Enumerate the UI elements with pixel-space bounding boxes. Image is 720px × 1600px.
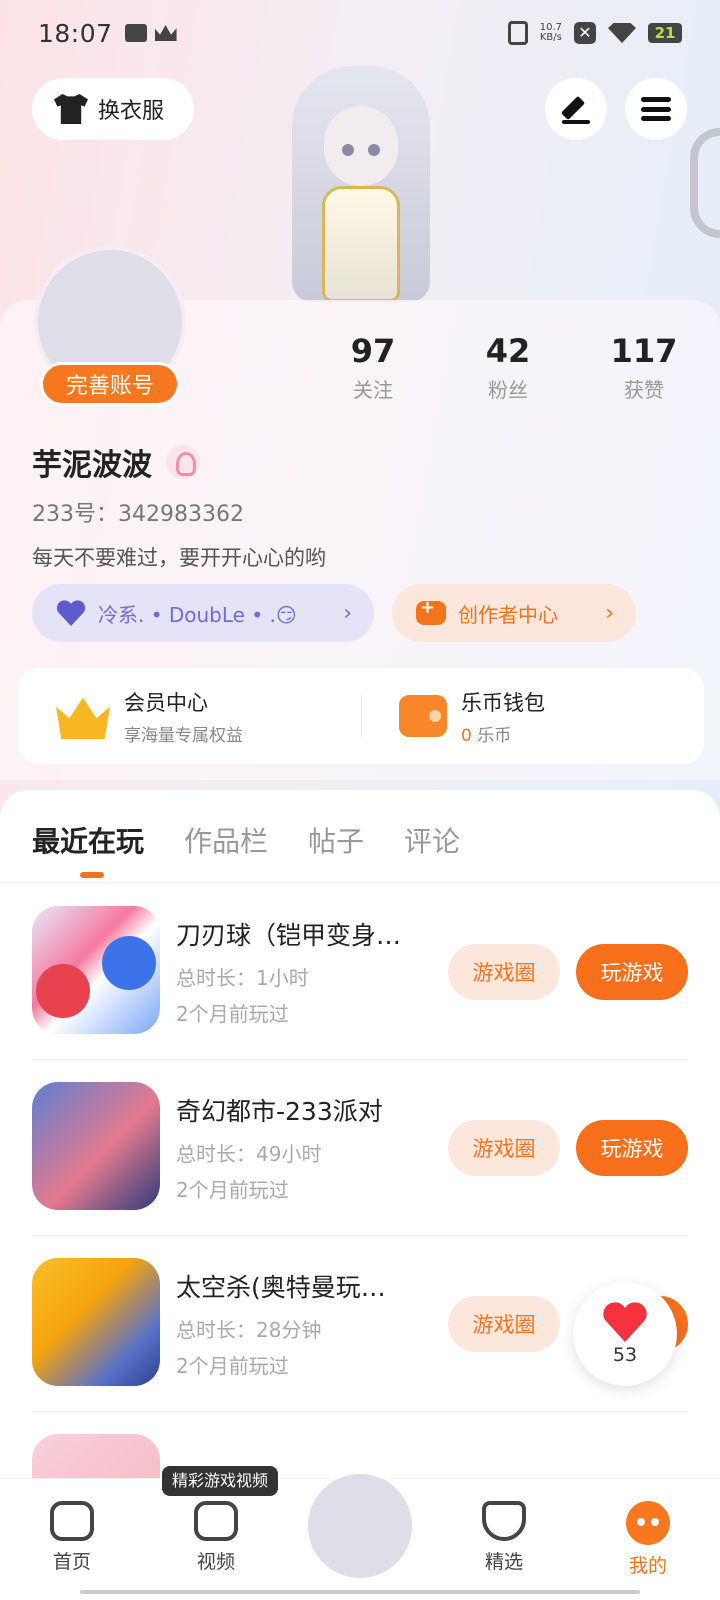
game-last-played: 2个月前玩过: [176, 1354, 289, 1378]
complete-account-button[interactable]: 完善账号: [40, 362, 180, 406]
heart-icon: [602, 1302, 648, 1342]
nav-video[interactable]: 视频: [171, 1501, 261, 1574]
change-outfit-label: 换衣服: [98, 99, 165, 124]
avatar-character[interactable]: [282, 66, 440, 302]
video-tooltip: 精彩游戏视频: [162, 1466, 279, 1496]
menu-button[interactable]: [625, 78, 687, 140]
chevron-right-icon: ›: [343, 600, 352, 626]
smiley-icon: [626, 1501, 670, 1545]
profile-tabs: 最近在玩 作品栏 帖子 评论: [32, 820, 460, 860]
game-playtime: 总时长：1小时: [176, 966, 309, 990]
nav-mine[interactable]: 我的: [603, 1501, 693, 1578]
game-icon[interactable]: [32, 906, 160, 1034]
tab-recently-played[interactable]: 最近在玩: [32, 820, 144, 860]
bio: 每天不要难过，要开开心心的哟: [32, 546, 326, 570]
hamburger-icon: [641, 97, 671, 121]
game-title: 刀刃球（铠甲变身…: [176, 921, 402, 950]
play-game-button[interactable]: 玩游戏: [576, 1120, 688, 1176]
nav-home[interactable]: 首页: [27, 1501, 117, 1574]
wallet-icon: [399, 695, 447, 737]
home-indicator: [80, 1590, 640, 1594]
pen-icon: [560, 94, 592, 124]
nav-featured[interactable]: 精选: [459, 1501, 549, 1574]
crown-status-icon: [154, 25, 177, 41]
game-playtime: 总时长：49小时: [176, 1142, 322, 1166]
game-title: 太空杀(奥特曼玩…: [176, 1273, 386, 1302]
x-notification-icon: ✕: [574, 22, 596, 44]
like-count: 53: [612, 1344, 638, 1366]
game-last-played: 2个月前玩过: [176, 1002, 289, 1026]
edit-profile-button[interactable]: [545, 78, 607, 140]
heart-outline-icon: [482, 1501, 526, 1541]
game-circle-button[interactable]: 游戏圈: [448, 1120, 560, 1176]
membership-wallet-card: 会员中心 享海量专属权益 乐币钱包 0 乐币: [18, 668, 704, 764]
change-outfit-button[interactable]: 换衣服: [32, 78, 194, 140]
play-game-button[interactable]: 玩游戏: [576, 944, 688, 1000]
family-group-button[interactable]: 冷系. • DoubLe • .😏 ›: [32, 584, 374, 642]
status-time: 18:07: [38, 18, 113, 48]
battery-icon: 21: [648, 23, 682, 43]
username: 芋泥波波: [32, 440, 200, 484]
play-icon: [194, 1501, 238, 1541]
like-float-button[interactable]: 53: [573, 1282, 677, 1386]
network-speed: 10.7 KB/s: [539, 22, 562, 43]
ribbon-icon[interactable]: [166, 445, 200, 479]
gamepad-icon: [416, 597, 446, 625]
edge-decoration: [690, 128, 720, 238]
chevron-right-icon: ›: [605, 600, 614, 626]
stat-fans[interactable]: 42 粉丝: [453, 332, 563, 403]
tab-indicator: [80, 872, 104, 878]
list-item[interactable]: 奇幻都市-233派对 总时长：49小时 2个月前玩过 游戏圈 玩游戏: [0, 1060, 720, 1236]
shirt-icon: [54, 94, 88, 124]
game-circle-button[interactable]: 游戏圈: [448, 944, 560, 1000]
stat-likes[interactable]: 117 获赞: [589, 332, 699, 403]
center-avatar-button[interactable]: [304, 1470, 416, 1582]
game-title: 奇幻都市-233派对: [176, 1097, 383, 1126]
list-item[interactable]: 刀刃球（铠甲变身… 总时长：1小时 2个月前玩过 游戏圈 玩游戏: [0, 884, 720, 1060]
member-center[interactable]: 会员中心 享海量专属权益: [18, 687, 361, 746]
coin-wallet[interactable]: 乐币钱包 0 乐币: [361, 687, 704, 746]
game-icon[interactable]: [32, 1258, 160, 1386]
tab-works[interactable]: 作品栏: [184, 820, 268, 860]
gamepad-icon: [50, 1501, 94, 1541]
wifi-icon: [608, 23, 636, 43]
tab-posts[interactable]: 帖子: [308, 820, 364, 860]
vibrate-icon: [507, 21, 528, 45]
game-playtime: 总时长：28分钟: [176, 1318, 322, 1342]
game-last-played: 2个月前玩过: [176, 1178, 289, 1202]
creator-center-button[interactable]: 创作者中心 ›: [392, 584, 636, 642]
status-bar: 18:07 10.7 KB/s ✕ 21: [0, 0, 720, 66]
crown-icon: [56, 697, 110, 739]
heart-icon: [56, 600, 86, 626]
stat-following[interactable]: 97 关注: [318, 332, 428, 403]
tab-comments[interactable]: 评论: [404, 820, 460, 860]
video-record-icon: [124, 24, 147, 42]
user-id: 233号：342983362: [32, 502, 244, 527]
game-circle-button[interactable]: 游戏圈: [448, 1296, 560, 1352]
game-icon[interactable]: [32, 1082, 160, 1210]
